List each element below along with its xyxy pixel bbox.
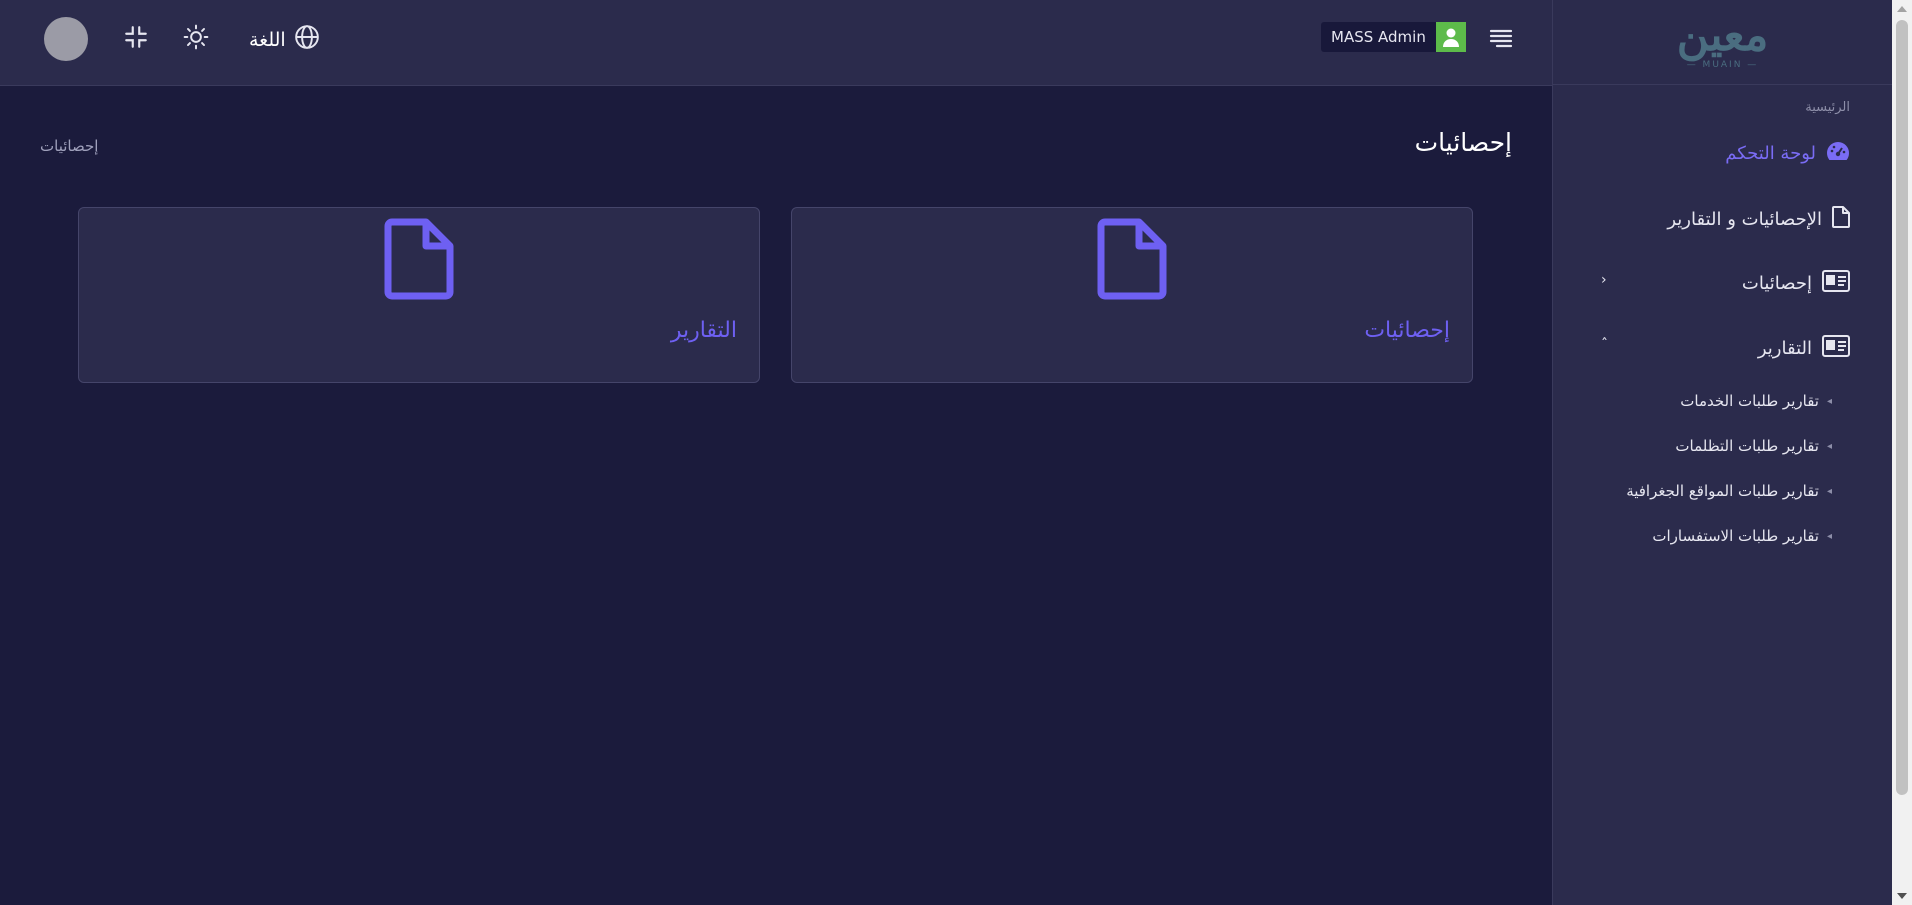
exit-fullscreen-icon[interactable] [121,22,151,52]
chevron-right-icon[interactable]: › [1601,272,1607,288]
scrollbar-thumb[interactable] [1896,20,1908,795]
sidebar-subitem-label: تقارير طلبات المواقع الجغرافية [1626,482,1819,500]
sidebar: معين — MUAIN — الرئيسية لوحة التحكم الإح… [1552,0,1892,905]
user-icon [1435,22,1466,52]
card-label: التقارير [670,318,737,343]
caret-left-icon: ◂ [1826,440,1832,452]
theme-toggle-sun-icon[interactable] [181,22,211,52]
id-card-icon [1822,270,1850,297]
logo-area: معين — MUAIN — [1553,0,1892,85]
sidebar-subitem-services-reports[interactable]: ◂ تقارير طلبات الخدمات [1680,392,1832,410]
sidebar-subitem-inquiries-reports[interactable]: ◂ تقارير طلبات الاستفسارات [1652,527,1832,545]
language-label: اللغة [249,28,286,51]
sidebar-item-label: التقارير [1757,338,1812,359]
file-icon [384,218,454,300]
statistics-card[interactable]: إحصائيات [791,207,1473,383]
sidebar-item-reports[interactable]: التقارير [1758,335,1850,362]
menu-toggle-icon[interactable] [1489,28,1513,48]
avatar[interactable] [44,17,88,61]
logo-wordmark: معين [1676,10,1769,61]
sidebar-subitem-grievances-reports[interactable]: ◂ تقارير طلبات التظلمات [1675,437,1832,455]
globe-icon [294,24,320,55]
page-title: إحصائيات [1414,128,1512,157]
user-menu[interactable]: MASS Admin [1321,22,1466,52]
user-name: MASS Admin [1331,28,1426,46]
sidebar-subitem-label: تقارير طلبات الاستفسارات [1652,527,1819,545]
logo-subtitle: — MUAIN — [1686,60,1759,70]
caret-left-icon: ◂ [1826,485,1832,497]
sidebar-item-statistics[interactable]: إحصائيات [1742,270,1850,297]
sidebar-item-statistics-reports[interactable]: الإحصائيات و التقارير [1667,206,1850,233]
id-card-icon [1822,335,1850,362]
scroll-down-arrow-icon[interactable] [1897,893,1907,899]
caret-left-icon: ◂ [1826,530,1832,542]
file-icon [1832,206,1850,233]
logo[interactable]: معين — MUAIN — [1648,7,1798,77]
dashboard-icon [1826,141,1850,166]
sidebar-subitem-label: تقارير طلبات التظلمات [1675,437,1819,455]
breadcrumb[interactable]: إحصائيات [40,137,98,155]
sidebar-subitem-locations-reports[interactable]: ◂ تقارير طلبات المواقع الجغرافية [1626,482,1832,500]
file-icon [1097,218,1167,300]
sidebar-item-label: الإحصائيات و التقارير [1667,209,1822,230]
caret-left-icon: ◂ [1826,395,1832,407]
sidebar-item-dashboard[interactable]: لوحة التحكم [1725,141,1850,166]
sidebar-item-label: إحصائيات [1741,273,1812,294]
language-selector[interactable]: اللغة [249,24,320,55]
scrollbar[interactable] [1892,0,1912,905]
sidebar-subitem-label: تقارير طلبات الخدمات [1680,392,1819,410]
card-label: إحصائيات [1364,318,1450,343]
scroll-up-arrow-icon[interactable] [1897,6,1907,12]
reports-card[interactable]: التقارير [78,207,760,383]
sidebar-item-label: لوحة التحكم [1725,143,1816,164]
sidebar-section-label: الرئيسية [1805,100,1850,115]
top-bar: اللغة MASS Admin [0,0,1552,86]
chevron-up-icon[interactable]: ˆ [1601,337,1608,353]
